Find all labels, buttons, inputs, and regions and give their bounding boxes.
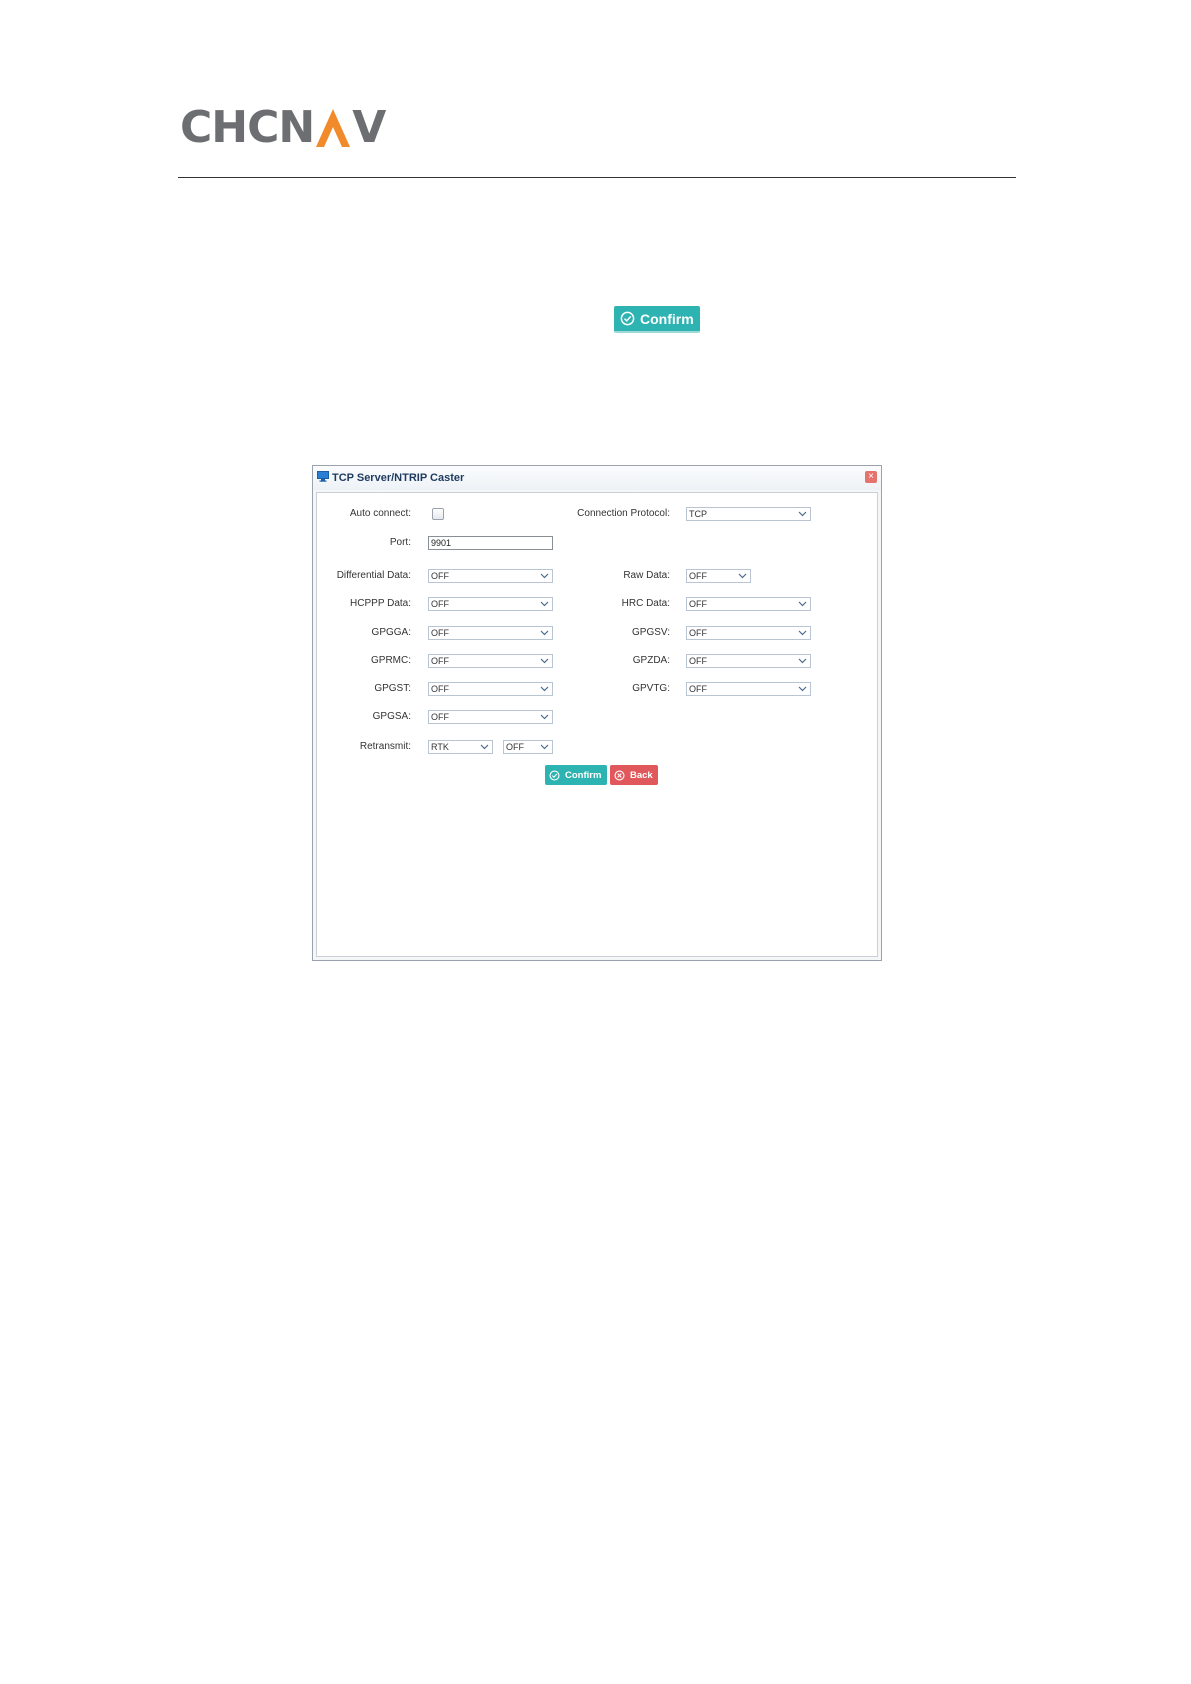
gpvtg-value: OFF [689,684,707,694]
gpgsa-label: GPGSA: [372,711,411,722]
gprmc-label: GPRMC: [371,655,411,666]
chevron-down-icon [798,511,807,517]
auto-connect-label: Auto connect: [349,508,411,519]
doc-confirm-button: Confirm [614,306,700,333]
chevron-down-icon [540,573,549,579]
monitor-icon [317,469,329,487]
gprmc-value: OFF [431,656,449,666]
chevron-down-icon [480,744,489,750]
gpzda-label: GPZDA: [632,655,670,666]
gpgsv-select[interactable]: OFF [686,626,811,640]
close-icon[interactable]: × [865,471,877,483]
gpgst-value: OFF [431,684,449,694]
dialog-title: TCP Server/NTRIP Caster [332,472,465,484]
check-circle-icon [549,769,560,781]
hrc-data-select[interactable]: OFF [686,597,811,611]
auto-connect-checkbox[interactable] [432,508,444,520]
back-button[interactable]: Back [610,765,658,785]
retransmit-label: Retransmit: [359,741,411,752]
gpgst-select[interactable]: OFF [428,682,553,696]
confirm-label: Confirm [565,769,602,781]
gpvtg-select[interactable]: OFF [686,682,811,696]
hcppp-data-label: HCPPP Data: [350,598,411,609]
logo-text-right: V [352,102,386,153]
connection-protocol-label: Connection Protocol: [577,508,670,519]
port-input[interactable]: 9901 [428,536,553,550]
confirm-button[interactable]: Confirm [545,765,607,785]
gpgsa-select[interactable]: OFF [428,710,553,724]
gpgga-value: OFF [431,628,449,638]
logo-a-mark-icon [316,109,351,147]
gpvtg-label: GPVTG: [632,683,670,694]
gpzda-value: OFF [689,656,707,666]
hcppp-data-value: OFF [431,599,449,609]
connection-protocol-value: TCP [689,509,707,519]
retransmit-output-select[interactable]: OFF [503,740,553,754]
hrc-data-value: OFF [689,599,707,609]
differential-data-label: Differential Data: [336,570,411,581]
gpgst-label: GPGST: [374,683,411,694]
back-label: Back [630,769,653,781]
chevron-down-icon [540,601,549,607]
connection-protocol-select[interactable]: TCP [686,507,811,521]
gpgsv-value: OFF [689,628,707,638]
gpgga-select[interactable]: OFF [428,626,553,640]
x-circle-icon [614,769,625,781]
doc-confirm-label: Confirm [640,310,694,327]
dialog-header: TCP Server/NTRIP Caster [313,466,881,490]
chevron-down-icon [738,573,747,579]
chevron-down-icon [540,630,549,636]
chevron-down-icon [540,744,549,750]
chevron-down-icon [798,686,807,692]
dialog-body: Auto connect: Connection Protocol: TCP P… [316,492,878,957]
chcnav-logo: CHCN V [180,102,386,153]
hrc-data-label: HRC Data: [621,598,670,609]
chevron-down-icon [798,601,807,607]
retransmit-source-select[interactable]: RTK [428,740,493,754]
tcp-server-dialog: TCP Server/NTRIP Caster × Auto connect: … [312,465,882,961]
raw-data-label: Raw Data: [623,570,670,581]
chevron-down-icon [540,686,549,692]
chevron-down-icon [540,714,549,720]
gprmc-select[interactable]: OFF [428,654,553,668]
chevron-down-icon [540,658,549,664]
gpgsv-label: GPGSV: [632,627,670,638]
retransmit-source-value: RTK [431,742,449,752]
chevron-down-icon [798,630,807,636]
chevron-down-icon [798,658,807,664]
gpzda-select[interactable]: OFF [686,654,811,668]
raw-data-select[interactable]: OFF [686,569,751,583]
hcppp-data-select[interactable]: OFF [428,597,553,611]
differential-data-value: OFF [431,571,449,581]
header-divider [178,177,1016,178]
logo-text-left: CHCN [180,102,315,153]
raw-data-value: OFF [689,571,707,581]
port-label: Port: [389,537,411,548]
differential-data-select[interactable]: OFF [428,569,553,583]
gpgga-label: GPGGA: [371,627,411,638]
retransmit-output-value: OFF [506,742,524,752]
gpgsa-value: OFF [431,712,449,722]
check-circle-icon [620,311,635,326]
